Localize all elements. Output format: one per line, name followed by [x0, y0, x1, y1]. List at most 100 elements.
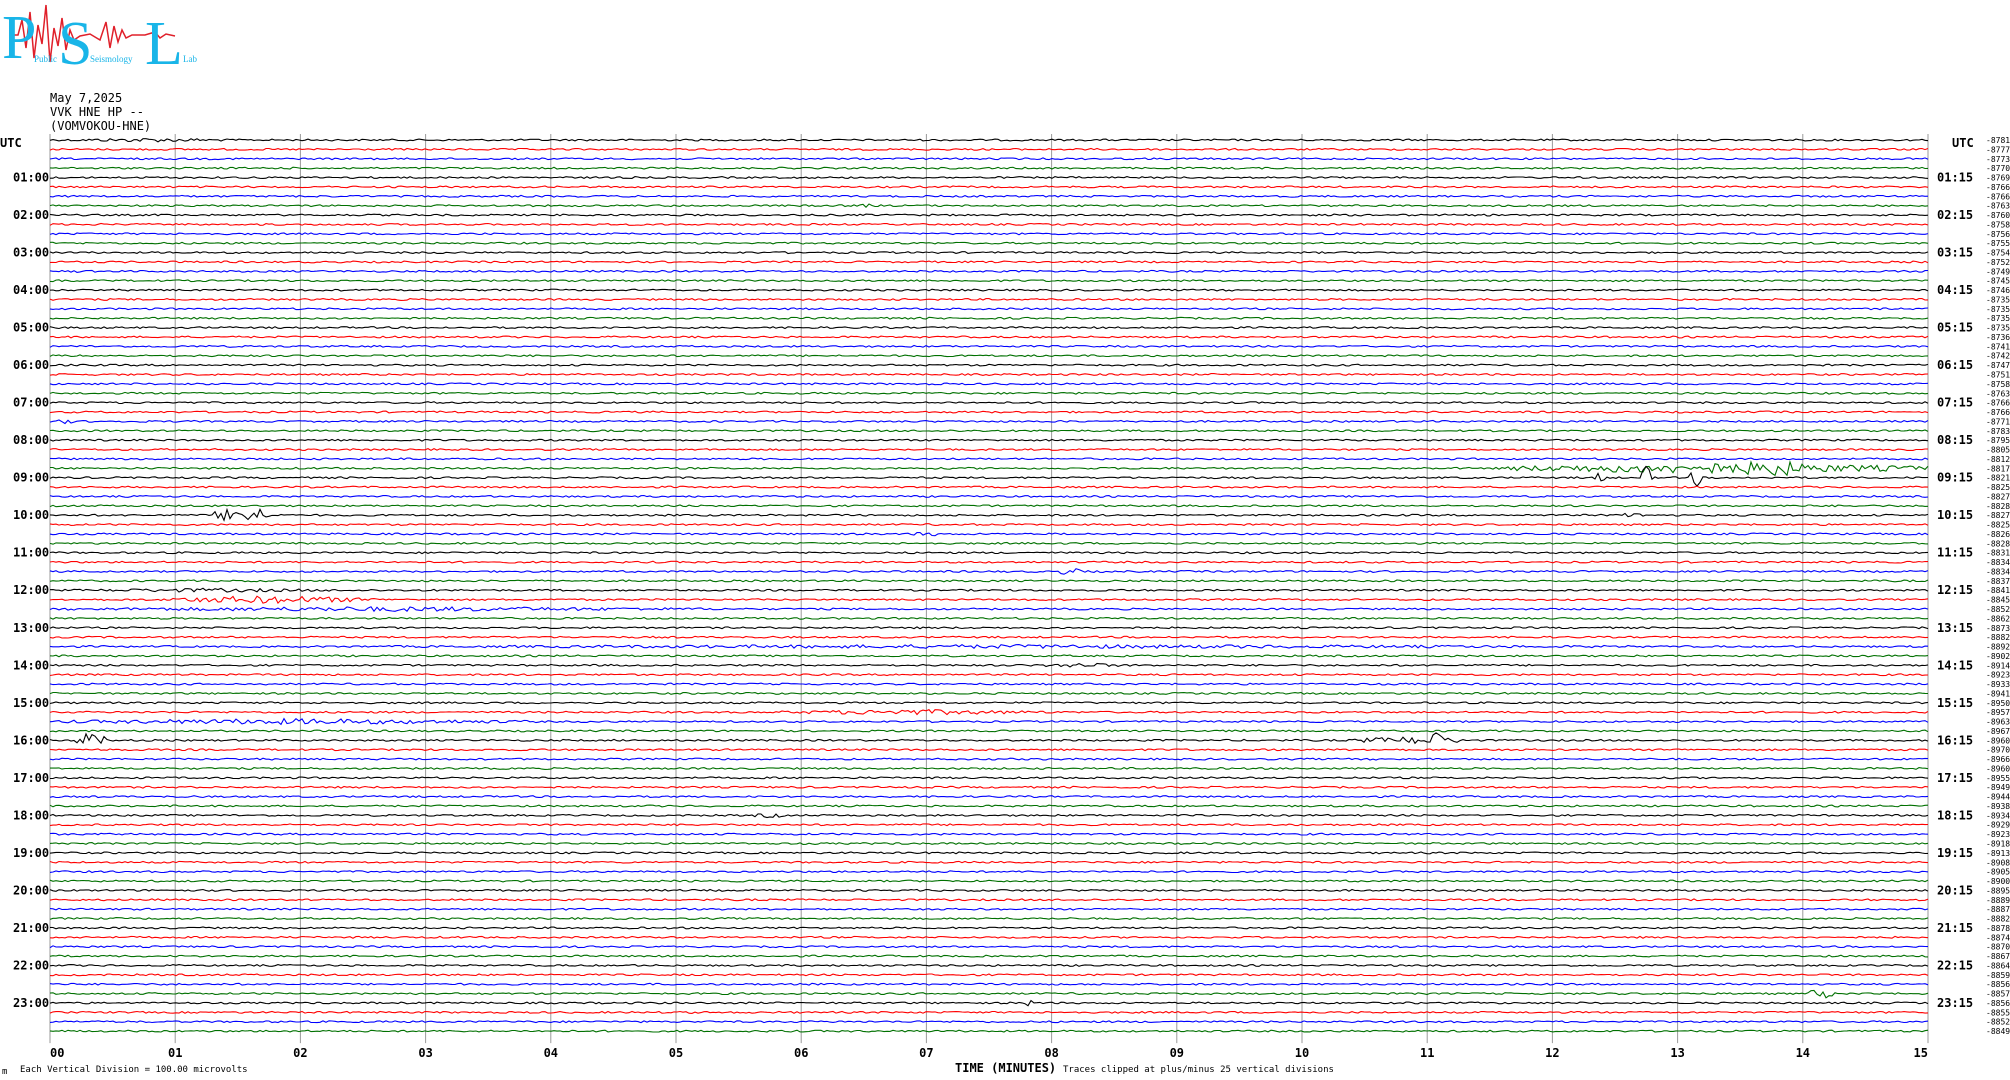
left-label-07:00: 07:00	[13, 396, 49, 410]
trace-row-14	[49, 269, 1929, 273]
row-count: -8882	[1986, 633, 2010, 642]
row-count: -8862	[1986, 614, 2010, 623]
row-count: -8834	[1986, 567, 2010, 576]
row-count: -8905	[1986, 868, 2010, 877]
row-count: -8745	[1986, 277, 2010, 286]
row-count: -8923	[1986, 830, 2010, 839]
trace-row-9	[49, 222, 1929, 226]
trace-row-76	[49, 851, 1929, 855]
trace-row-37	[49, 485, 1929, 489]
row-count: -8751	[1986, 371, 2010, 380]
row-count: -8795	[1986, 436, 2010, 445]
row-count: -8944	[1986, 793, 2010, 802]
row-count: -8747	[1986, 361, 2010, 370]
row-count: -8781	[1986, 136, 2010, 145]
trace-row-57	[49, 673, 1929, 677]
x-tick-05: 05	[669, 1046, 683, 1060]
trace-row-12	[49, 251, 1929, 255]
trace-row-84	[49, 926, 1929, 930]
trace-row-80	[49, 888, 1929, 892]
row-count: -8967	[1986, 727, 2010, 736]
row-count: -8754	[1986, 249, 2010, 258]
trace-row-78	[49, 870, 1929, 874]
trace-row-54	[49, 643, 1929, 650]
x-tick-10: 10	[1295, 1046, 1309, 1060]
trace-row-8	[49, 213, 1929, 217]
row-count: -8867	[1986, 952, 2010, 961]
left-label-14:00: 14:00	[13, 658, 49, 672]
x-tick-08: 08	[1044, 1046, 1058, 1060]
right-label-16:15: 16:15	[1937, 733, 1973, 747]
row-count: -8783	[1986, 427, 2010, 436]
row-count: -8855	[1986, 1008, 2010, 1017]
row-count: -8966	[1986, 755, 2010, 764]
right-label-18:15: 18:15	[1937, 808, 1973, 822]
right-label-08:15: 08:15	[1937, 433, 1973, 447]
trace-row-60	[49, 701, 1929, 705]
trace-row-95	[49, 1029, 1929, 1033]
trace-row-18	[49, 307, 1929, 311]
left-axis-title: UTC	[0, 136, 22, 150]
trace-row-25	[49, 372, 1929, 377]
trace-row-29	[49, 410, 1929, 414]
row-count: -8826	[1986, 530, 2010, 539]
x-tick-12: 12	[1545, 1046, 1559, 1060]
left-label-04:00: 04:00	[13, 283, 49, 297]
left-label-08:00: 08:00	[13, 433, 49, 447]
left-label-17:00: 17:00	[13, 771, 49, 785]
row-count: -8852	[1986, 1018, 2010, 1027]
trace-row-35	[50, 460, 1929, 477]
trace-row-91	[49, 989, 1929, 999]
trace-row-53	[49, 635, 1929, 639]
row-count: -8889	[1986, 896, 2010, 905]
row-count: -8758	[1986, 380, 2010, 389]
row-count: -8882	[1986, 915, 2010, 924]
right-label-02:15: 02:15	[1937, 208, 1973, 222]
right-label-20:15: 20:15	[1937, 883, 1973, 897]
row-count: -8859	[1986, 971, 2010, 980]
row-count: -8957	[1986, 708, 2010, 717]
trace-row-61	[49, 709, 1929, 716]
left-label-10:00: 10:00	[13, 508, 49, 522]
right-label-15:15: 15:15	[1937, 696, 1973, 710]
trace-row-26	[49, 382, 1929, 386]
trace-row-85	[49, 935, 1929, 939]
x-tick-00: 00	[50, 1046, 64, 1060]
trace-row-24	[49, 363, 1929, 367]
trace-row-38	[49, 494, 1929, 498]
right-label-04:15: 04:15	[1937, 283, 1973, 297]
trace-row-45	[49, 560, 1929, 564]
trace-row-46	[49, 568, 1929, 575]
row-count: -8970	[1986, 746, 2010, 755]
left-label-22:00: 22:00	[13, 958, 49, 972]
right-label-07:15: 07:15	[1937, 396, 1973, 410]
trace-row-40	[49, 507, 1929, 522]
row-count: -8874	[1986, 933, 2010, 942]
row-count: -8923	[1986, 671, 2010, 680]
x-tick-01: 01	[168, 1046, 182, 1060]
row-count: -8828	[1986, 502, 2010, 511]
left-label-03:00: 03:00	[13, 246, 49, 260]
trace-row-82	[49, 907, 1929, 911]
trace-row-68	[50, 776, 1929, 780]
trace-row-52	[49, 626, 1929, 630]
helicorder-plot: UTC UTC 01:00 02:00 03:00 04:00 05:00 06:00 07…	[0, 134, 2010, 1077]
row-count: -8845	[1986, 596, 2010, 605]
row-count: -8841	[1986, 586, 2010, 595]
trace-row-79	[49, 879, 1929, 883]
row-count: -8827	[1986, 492, 2010, 501]
trace-row-23	[49, 354, 1929, 358]
trace-row-20	[49, 326, 1929, 330]
x-tick-labels: 00 01 02 03 04 05 06 07 08 09 10 11 12 13 14 15	[50, 1046, 1928, 1060]
trace-row-63	[49, 729, 1929, 733]
left-label-12:00: 12:00	[13, 583, 49, 597]
trace-row-36	[49, 465, 1929, 487]
right-label-13:15: 13:15	[1937, 621, 1973, 635]
left-label-15:00: 15:00	[13, 696, 49, 710]
row-count: -8960	[1986, 764, 2010, 773]
x-tick-02: 02	[293, 1046, 307, 1060]
row-count: -8870	[1986, 943, 2010, 952]
trace-row-10	[49, 232, 1929, 236]
right-label-09:15: 09:15	[1937, 471, 1973, 485]
trace-row-59	[49, 691, 1929, 695]
